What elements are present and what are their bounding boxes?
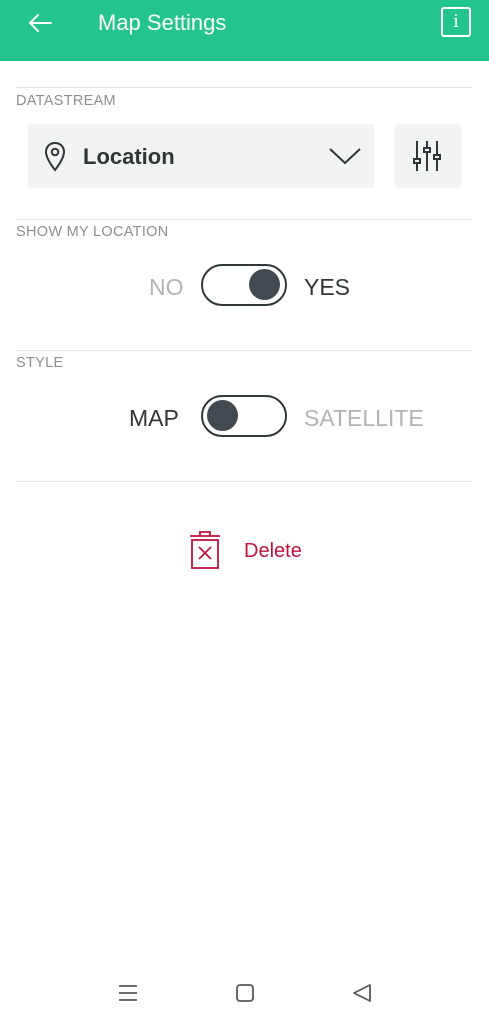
datastream-selected-value: Location	[83, 144, 175, 169]
back-button[interactable]	[20, 8, 60, 38]
datastream-label: DATASTREAM	[16, 93, 116, 109]
divider	[16, 87, 472, 88]
delete-button[interactable]: Delete	[186, 530, 316, 572]
home-icon[interactable]	[234, 982, 258, 1004]
location-option-no[interactable]: NO	[149, 273, 184, 301]
toggle-knob	[249, 269, 280, 300]
page-title: Map Settings	[98, 10, 227, 35]
divider	[16, 219, 472, 220]
app-bar: Map Settings i	[0, 0, 489, 61]
info-button[interactable]: i	[441, 7, 471, 37]
arrow-left-icon	[29, 14, 52, 32]
back-triangle-icon[interactable]	[351, 982, 375, 1004]
map-pin-icon	[44, 141, 66, 172]
datastream-dropdown[interactable]: Location	[28, 124, 374, 188]
chevron-down-icon	[329, 148, 361, 165]
delete-label: Delete	[244, 540, 302, 562]
datastream-settings-button[interactable]	[395, 124, 461, 188]
style-option-map[interactable]: MAP	[129, 404, 179, 432]
divider	[16, 350, 472, 351]
show-location-toggle[interactable]	[201, 264, 287, 306]
divider	[16, 481, 472, 482]
sliders-icon	[413, 141, 441, 171]
menu-icon[interactable]	[117, 982, 141, 1004]
style-toggle[interactable]	[201, 395, 287, 437]
style-label: STYLE	[16, 355, 64, 371]
show-my-location-label: SHOW MY LOCATION	[16, 224, 169, 240]
location-option-yes[interactable]: YES	[304, 273, 350, 301]
toggle-knob	[207, 400, 238, 431]
style-option-satellite[interactable]: SATELLITE	[304, 404, 424, 432]
trash-icon	[190, 531, 220, 569]
